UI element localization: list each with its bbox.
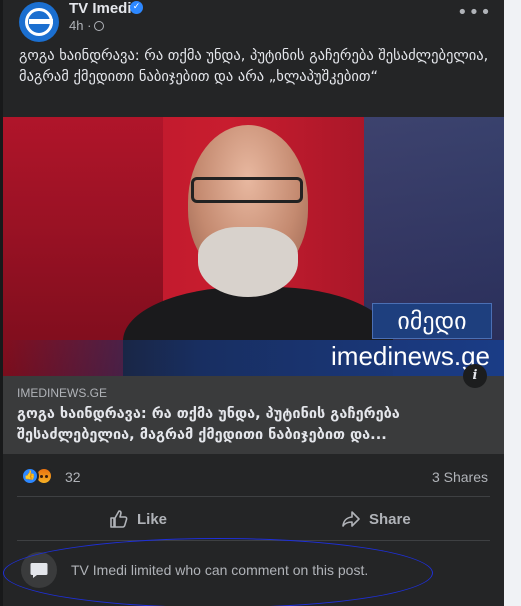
- post-card: TV Imedi ✓ 4h · ••• გოგა ხაინდრავა: რა თ…: [3, 0, 504, 606]
- reaction-count[interactable]: 32: [65, 469, 81, 485]
- reactions-bar: 👍 32 3 Shares: [3, 462, 504, 492]
- comment-restriction-notice: TV Imedi limited who can comment on this…: [17, 548, 490, 592]
- image-person-glasses: [191, 177, 303, 203]
- link-domain: IMEDINEWS.GE: [17, 386, 108, 400]
- imedi-logo-bar: [29, 19, 53, 24]
- post-time[interactable]: 4h: [69, 18, 83, 33]
- divider: [17, 496, 490, 497]
- comment-bubble-icon: [21, 552, 57, 588]
- image-person-beard: [198, 227, 298, 297]
- channel-logo: იმედი: [372, 303, 492, 339]
- comment-restriction-text: TV Imedi limited who can comment on this…: [71, 562, 369, 578]
- page-name[interactable]: TV Imedi: [69, 0, 132, 17]
- verified-badge-icon: ✓: [130, 1, 143, 14]
- post-header: TV Imedi ✓ 4h · •••: [3, 0, 504, 42]
- shares-count[interactable]: 3 Shares: [432, 469, 488, 485]
- link-title[interactable]: გოგა ხაინდრავა: რა თქმა უნდა, პუტინის გა…: [17, 404, 487, 446]
- share-button[interactable]: Share: [341, 504, 411, 534]
- post-meta: 4h ·: [69, 18, 105, 33]
- action-bar: Like Share: [3, 500, 504, 536]
- more-dots-icon[interactable]: •••: [457, 2, 492, 23]
- post-image[interactable]: იმედი imedinews.ge: [3, 117, 504, 376]
- info-icon[interactable]: i: [463, 364, 487, 388]
- share-arrow-icon: [342, 511, 360, 527]
- globe-icon: [94, 21, 105, 31]
- divider: [17, 540, 490, 541]
- like-reaction-icon[interactable]: 👍: [21, 467, 39, 485]
- link-preview[interactable]: i IMEDINEWS.GE გოგა ხაინდრავა: რა თქმა უ…: [3, 364, 504, 454]
- post-text: გოგა ხაინდრავა: რა თქმა უნდა, პუტინის გა…: [19, 48, 489, 85]
- like-label: Like: [137, 510, 168, 528]
- right-edge: [504, 0, 521, 606]
- like-button[interactable]: Like: [109, 504, 167, 534]
- thumbs-up-icon: [110, 510, 128, 528]
- page-avatar[interactable]: [19, 2, 59, 42]
- share-label: Share: [369, 510, 411, 528]
